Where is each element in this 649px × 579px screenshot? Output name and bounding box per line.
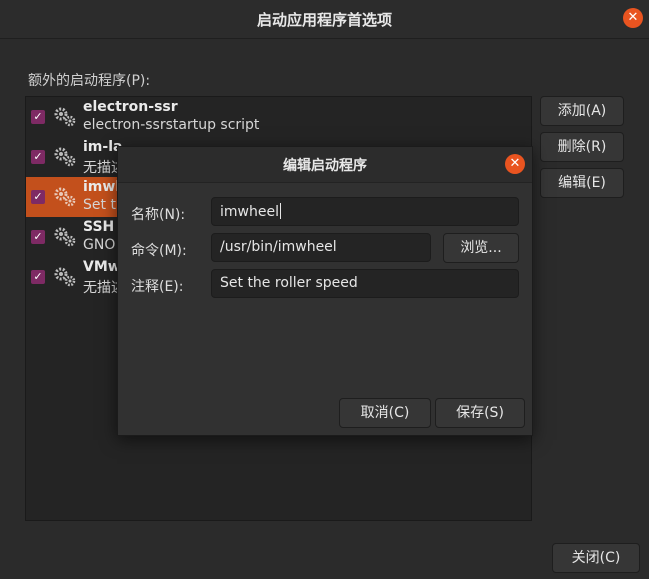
- enable-checkbox[interactable]: ✓: [31, 270, 45, 284]
- name-label: 名称(N):: [131, 207, 186, 223]
- name-value: imwheel: [220, 204, 279, 220]
- enable-checkbox[interactable]: ✓: [31, 110, 45, 124]
- close-button[interactable]: 关闭(C): [552, 543, 640, 573]
- add-button[interactable]: 添加(A): [540, 96, 624, 126]
- text-cursor: [279, 203, 281, 219]
- dialog-titlebar: 编辑启动程序 ✕: [118, 147, 532, 183]
- gears-icon: [54, 227, 76, 247]
- window-title: 启动应用程序首选项: [256, 11, 392, 29]
- gears-icon: [54, 107, 76, 127]
- program-description: GNO: [83, 237, 116, 253]
- command-field[interactable]: /usr/bin/imwheel: [211, 233, 431, 262]
- dialog-close-icon[interactable]: ✕: [505, 154, 525, 174]
- gears-icon: [54, 267, 76, 287]
- dialog-title: 编辑启动程序: [283, 158, 367, 174]
- program-name: VMw: [83, 259, 121, 275]
- cancel-button[interactable]: 取消(C): [339, 398, 431, 428]
- browse-button[interactable]: 浏览...: [443, 233, 519, 263]
- program-description: electron-ssrstartup script: [83, 117, 260, 133]
- program-name: electron-ssr: [83, 99, 178, 115]
- list-item[interactable]: ✓ electron-ssr electron-ssrstartup scrip…: [26, 97, 531, 137]
- comment-label: 注释(E):: [131, 279, 184, 295]
- gears-icon: [54, 187, 76, 207]
- enable-checkbox[interactable]: ✓: [31, 230, 45, 244]
- command-label: 命令(M):: [131, 243, 187, 259]
- gears-icon: [54, 147, 76, 167]
- edit-startup-dialog: 编辑启动程序 ✕ 名称(N): imwheel 命令(M): /usr/bin/…: [117, 146, 533, 436]
- window-close-icon[interactable]: ✕: [623, 8, 643, 28]
- edit-button[interactable]: 编辑(E): [540, 168, 624, 198]
- comment-field[interactable]: Set the roller speed: [211, 269, 519, 298]
- delete-button[interactable]: 删除(R): [540, 132, 624, 162]
- startup-list-label: 额外的启动程序(P):: [28, 73, 151, 89]
- enable-checkbox[interactable]: ✓: [31, 150, 45, 164]
- window-titlebar: 启动应用程序首选项 ✕: [0, 0, 649, 39]
- save-button[interactable]: 保存(S): [435, 398, 525, 428]
- name-field[interactable]: imwheel: [211, 197, 519, 226]
- enable-checkbox[interactable]: ✓: [31, 190, 45, 204]
- program-name: SSH: [83, 219, 115, 235]
